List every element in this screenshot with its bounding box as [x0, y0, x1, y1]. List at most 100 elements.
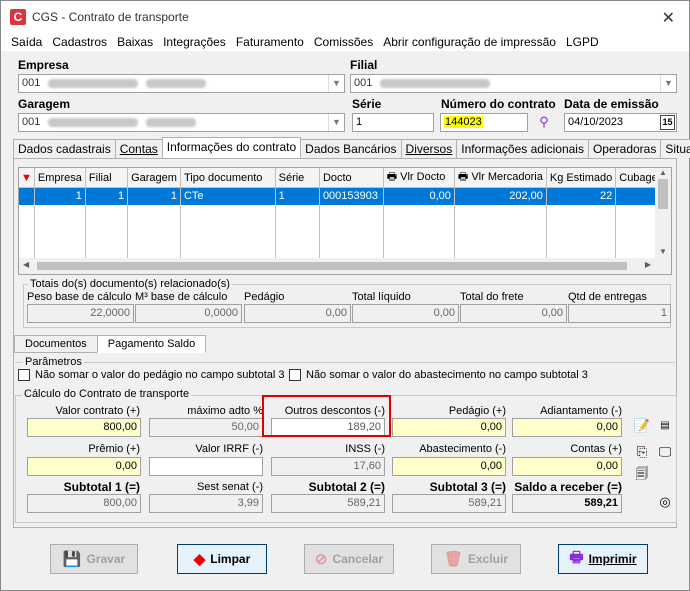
column-header-label: Empresa: [37, 171, 82, 184]
totais-value: 0,00: [352, 304, 459, 323]
gravar-label: Gravar: [86, 552, 126, 566]
calendar-icon[interactable]: 15: [660, 115, 675, 130]
totais-label: Total do frete: [460, 291, 524, 303]
limpar-button[interactable]: ◆ Limpar: [177, 544, 267, 574]
valor-contrato-input[interactable]: 800,00: [27, 418, 141, 437]
premio-input[interactable]: 0,00: [27, 457, 141, 476]
menu-item[interactable]: Comissões: [314, 33, 373, 51]
scroll-right-icon[interactable]: ▶: [645, 260, 651, 269]
notepad-icon[interactable]: 📝: [633, 418, 651, 434]
coins-icon[interactable]: ◎: [656, 494, 674, 510]
imprimir-label: Imprimir: [588, 552, 637, 566]
menu-item[interactable]: Cadastros: [52, 33, 107, 51]
tab-contas[interactable]: Contas: [114, 139, 163, 158]
data-emissao-input[interactable]: 04/10/2023 15: [564, 113, 677, 132]
totais-label: Total líquido: [352, 291, 411, 303]
totais-label: M³ base de cálculo: [135, 291, 228, 303]
totais-label: Peso base de cálculo: [27, 291, 132, 303]
monitor-icon[interactable]: 🖵: [656, 444, 674, 460]
table-cell[interactable]: 22: [546, 187, 617, 205]
filial-combo[interactable]: 001 ▼: [350, 74, 677, 93]
pedagio-input[interactable]: 0,00: [392, 418, 506, 437]
totais-value: 0,00: [460, 304, 567, 323]
cancelar-button[interactable]: ⊘ Cancelar: [304, 544, 394, 574]
table-cell[interactable]: 0,00: [383, 187, 455, 205]
table-cell[interactable]: 202,00: [454, 187, 547, 205]
close-icon[interactable]: ✕: [662, 8, 675, 28]
menu-item[interactable]: Saída: [11, 33, 42, 51]
subtab-pagamento-saldo[interactable]: Pagamento Saldo: [96, 335, 207, 353]
table-cell[interactable]: 000153903: [319, 187, 384, 205]
documents-icon[interactable]: 🗐: [633, 466, 651, 482]
tab-operadoras[interactable]: Operadoras: [587, 139, 662, 158]
search-icon[interactable]: ⚲: [535, 114, 553, 130]
subtab-documentos[interactable]: Documentos: [14, 335, 98, 353]
table-cell[interactable]: CTe: [180, 187, 276, 205]
column-header[interactable]: 🖶 Vlr Docto: [383, 168, 455, 188]
tab-diversos[interactable]: Diversos: [400, 139, 458, 158]
checkbox-abastecimento[interactable]: Não somar o valor do abastecimento no ca…: [289, 369, 588, 381]
limpar-label: Limpar: [210, 552, 251, 566]
gravar-button[interactable]: 💾 Gravar: [50, 544, 138, 574]
menu-item[interactable]: LGPD: [566, 33, 599, 51]
tab-situa-o[interactable]: Situação: [660, 139, 690, 158]
chevron-down-icon[interactable]: ▼: [328, 75, 344, 92]
table-cell[interactable]: 1: [85, 187, 129, 205]
contas-input[interactable]: 0,00: [512, 457, 622, 476]
chevron-down-icon[interactable]: ▼: [660, 75, 676, 92]
table-cell[interactable]: 1: [34, 187, 86, 205]
numero-contrato-input[interactable]: 144023: [440, 113, 528, 132]
table-cell[interactable]: 1: [127, 187, 181, 205]
table-row[interactable]: 111CTe10001539030,00202,00220: [19, 187, 671, 205]
column-header[interactable]: Série: [275, 168, 320, 188]
tab-informa-es-adicionais[interactable]: Informações adicionais: [456, 139, 589, 158]
excluir-label: Excluir: [468, 552, 509, 566]
garagem-combo[interactable]: 001 ▼: [18, 113, 345, 132]
numero-contrato-value: 144023: [444, 116, 483, 128]
menu-item[interactable]: Integrações: [163, 33, 226, 51]
menu-item[interactable]: Faturamento: [236, 33, 304, 51]
checkbox-box[interactable]: [289, 369, 301, 381]
vertical-scrollbar[interactable]: ▲ ▼: [655, 168, 671, 258]
column-header[interactable]: Empresa: [34, 168, 86, 188]
column-header[interactable]: Filial: [85, 168, 129, 188]
tab-informa-es-do-contrato[interactable]: Informações do contrato: [161, 137, 302, 158]
column-header[interactable]: Tipo documento: [180, 168, 276, 188]
h-scroll-thumb[interactable]: [37, 262, 627, 270]
subtotal3-input: 589,21: [392, 494, 506, 513]
scroll-thumb[interactable]: [658, 179, 668, 209]
menu-bar: Saída Cadastros Baixas Integrações Faturamen…: [1, 33, 689, 51]
filial-label: Filial: [350, 58, 378, 72]
calculo-title: Cálculo do Contrato de transporte: [22, 388, 192, 400]
inss-label: INSS (-): [345, 443, 385, 455]
scroll-down-icon[interactable]: ▼: [655, 247, 671, 256]
documents-grid[interactable]: ▼ Empresa Filial Garagem Tipo documento Séri…: [18, 167, 672, 275]
scroll-left-icon[interactable]: ◀: [23, 260, 29, 269]
column-header[interactable]: Docto: [319, 168, 384, 188]
tab-dados-cadastrais[interactable]: Dados cadastrais: [13, 139, 116, 158]
imprimir-button[interactable]: 🖶 Imprimir: [558, 544, 648, 574]
empresa-combo[interactable]: 001 ▼: [18, 74, 345, 93]
chevron-down-icon[interactable]: ▼: [328, 114, 344, 131]
column-header[interactable]: Garagem: [127, 168, 181, 188]
ciot-icon[interactable]: ▤: [656, 418, 674, 434]
irrf-input[interactable]: [149, 457, 263, 476]
empty-row: [19, 204, 671, 227]
tab-dados-banc-rios[interactable]: Dados Bancários: [300, 139, 402, 158]
excluir-button[interactable]: 🗑 Excluir: [431, 544, 521, 574]
column-header[interactable]: Kg Estimado: [546, 168, 617, 188]
scroll-up-icon[interactable]: ▲: [655, 168, 671, 177]
copy-icon[interactable]: ⎘: [633, 444, 651, 460]
table-cell[interactable]: 1: [275, 187, 320, 205]
adiantamento-input[interactable]: 0,00: [512, 418, 622, 437]
printer-icon: 🖶: [386, 171, 401, 183]
column-header[interactable]: 🖶 Vlr Mercadoria: [454, 168, 547, 188]
menu-item[interactable]: Baixas: [117, 33, 153, 51]
serie-input[interactable]: 1: [352, 113, 434, 132]
checkbox-pedagio[interactable]: Não somar o valor do pedágio no campo su…: [18, 369, 285, 381]
abastecimento-input[interactable]: 0,00: [392, 457, 506, 476]
menu-item[interactable]: Abrir configuração de impressão: [383, 33, 556, 51]
checkbox-box[interactable]: [18, 369, 30, 381]
horizontal-scrollbar[interactable]: ◀ ▶: [19, 258, 671, 274]
totais-value: 0,00: [244, 304, 351, 323]
